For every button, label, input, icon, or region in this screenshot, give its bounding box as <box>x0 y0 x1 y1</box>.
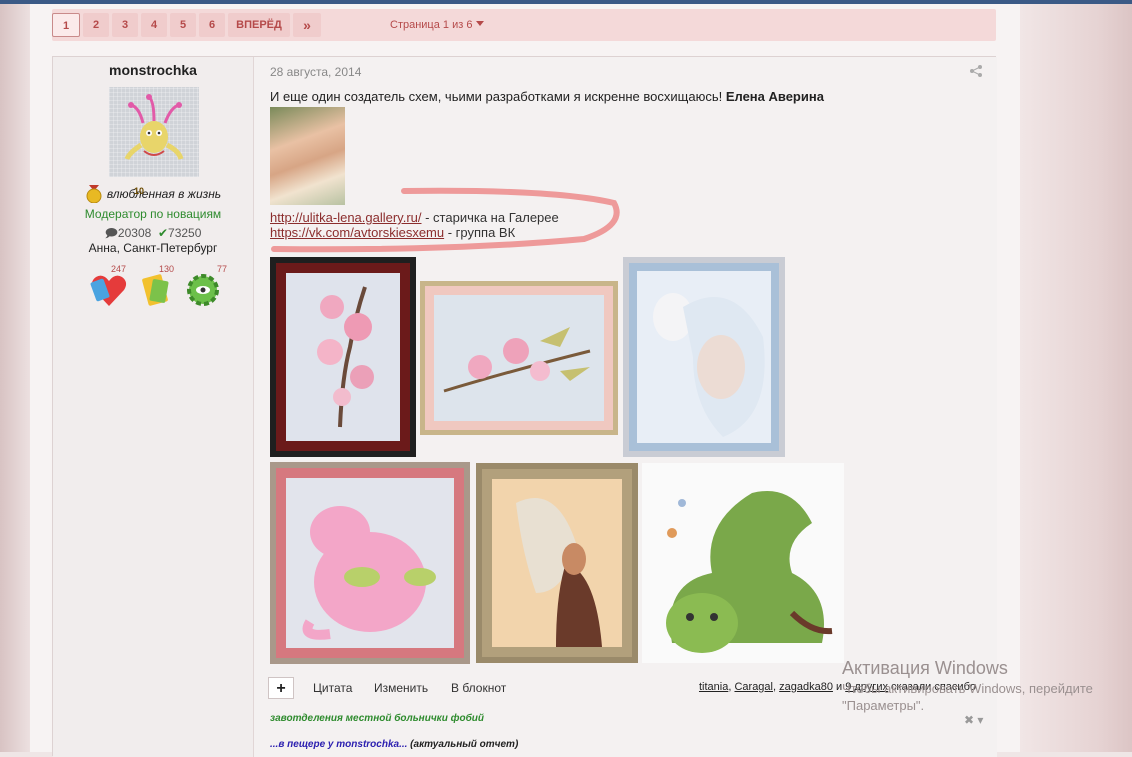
monster-avatar-icon <box>124 94 184 160</box>
avatar[interactable] <box>109 87 199 177</box>
thanks-user-link[interactable]: zagadka80 <box>779 681 833 693</box>
pierrot-woman-image[interactable] <box>623 257 785 457</box>
cherry-branch-image[interactable] <box>420 281 618 435</box>
windows-activation-watermark: Активация Windows Чтобы активировать Win… <box>842 658 1093 713</box>
page-4-button[interactable]: 4 <box>141 13 167 37</box>
gear-icon[interactable] <box>183 270 223 310</box>
page-5-button[interactable]: 5 <box>170 13 196 37</box>
post-intro-text: И еще один создатель схем, чьими разрабо… <box>270 89 824 104</box>
page-background-right <box>1020 0 1132 752</box>
edit-button[interactable]: Изменить <box>374 681 428 695</box>
page-1-button[interactable]: 1 <box>52 13 80 37</box>
post-links: http://ulitka-lena.gallery.ru/ - старичк… <box>270 210 559 240</box>
rank-number: 10 <box>134 186 145 196</box>
page-2-button[interactable]: 2 <box>83 13 109 37</box>
page-info-label: Страница 1 из 6 <box>390 19 473 31</box>
header-strip <box>0 0 1132 4</box>
user-rank: 10 влюбленная в жизнь <box>53 185 253 203</box>
page-6-button[interactable]: 6 <box>199 13 225 37</box>
quote-button[interactable]: Цитата <box>313 681 352 695</box>
notepad-button[interactable]: В блокнот <box>451 681 506 695</box>
user-info-pane: monstrochka 10 влюбленная в жизнь Модерат… <box>53 57 253 757</box>
close-icon[interactable]: ✖ ▾ <box>964 713 983 727</box>
cherry-blossom-image[interactable] <box>270 257 416 457</box>
last-page-button[interactable]: » <box>293 13 321 37</box>
user-awards: 247 130 77 <box>83 262 233 312</box>
user-group: Модератор по новациям <box>84 207 222 221</box>
chevron-down-icon <box>476 21 485 26</box>
thanks-user-link[interactable]: Caragal <box>734 681 773 693</box>
pagination: 1 2 3 4 5 6 ВПЕРЁД » Страница 1 из 6 <box>52 9 996 41</box>
rank-label: влюбленная в жизнь <box>106 187 222 201</box>
book-icon[interactable] <box>137 270 177 310</box>
signature-line-2: ...в пещере у monstrochka... (актуальный… <box>270 739 519 750</box>
award-count: 130 <box>159 264 175 274</box>
comment-icon: 🗩 <box>104 226 118 240</box>
username-link[interactable]: monstrochka <box>53 62 253 78</box>
vk-group-link[interactable]: https://vk.com/avtorskiesxemu <box>270 225 444 240</box>
user-location: Анна, Санкт-Петербург <box>88 241 218 255</box>
gallery-link[interactable]: http://ulitka-lena.gallery.ru/ <box>270 210 422 225</box>
next-page-button[interactable]: ВПЕРЁД <box>228 13 290 37</box>
reputation-count: 73250 <box>168 226 202 240</box>
author-name: Елена Аверина <box>725 89 824 104</box>
signature-line-1[interactable]: завотделения местной больнички фобий <box>270 713 484 724</box>
signature-link[interactable]: ...в пещере у monstrochka... <box>270 739 407 750</box>
page-background-left <box>0 0 30 752</box>
check-icon: ✔ <box>157 226 169 240</box>
message-pane: 28 августа, 2014 И еще один создатель сх… <box>253 57 997 757</box>
award-count: 247 <box>111 264 127 274</box>
rank-medal-icon <box>86 185 102 203</box>
horse-girl-image[interactable] <box>476 463 638 663</box>
pink-elephant-image[interactable] <box>270 462 470 664</box>
green-dragon-image[interactable] <box>642 463 844 663</box>
page-jump-dropdown[interactable]: Страница 1 из 6 <box>390 13 485 37</box>
page-3-button[interactable]: 3 <box>112 13 138 37</box>
forum-post: monstrochka 10 влюбленная в жизнь Модерат… <box>52 56 997 757</box>
post-date[interactable]: 28 августа, 2014 <box>270 65 361 79</box>
multiquote-button[interactable]: + <box>268 677 294 699</box>
heart-icon[interactable] <box>89 270 129 310</box>
share-icon[interactable] <box>970 65 982 80</box>
post-count: 20308 <box>117 226 152 240</box>
award-count: 77 <box>217 264 228 274</box>
thanks-user-link[interactable]: titania <box>699 681 728 693</box>
